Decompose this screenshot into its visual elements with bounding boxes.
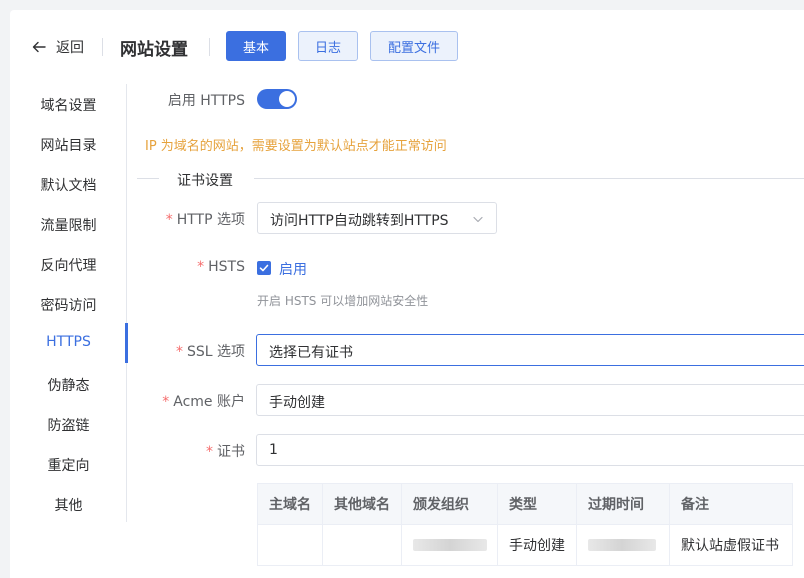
- settings-card: 返回 网站设置 基本 日志 配置文件 域名设置 网站目录 默认文档 流量限制 反…: [10, 10, 804, 578]
- acme-account-label-text: Acme 账户: [173, 394, 245, 410]
- col-expiry: 过期时间: [576, 483, 670, 525]
- table-row[interactable]: 手动创建 默认站虚假证书: [257, 524, 793, 566]
- certificate-table: 主域名 其他域名 颁发组织 类型 过期时间 备注 手动创建 默认站虚假证书: [257, 483, 793, 566]
- tab-basic[interactable]: 基本: [226, 31, 286, 61]
- ssl-option-label: * SSL 选项: [20, 341, 245, 361]
- header-divider: [209, 38, 210, 56]
- table-header-row: 主域名 其他域名 颁发组织 类型 过期时间 备注: [257, 483, 793, 525]
- required-mark: *: [197, 259, 205, 275]
- http-option-select[interactable]: 访问HTTP自动跳转到HTTPS: [257, 202, 497, 234]
- http-option-value: 访问HTTP自动跳转到HTTPS: [270, 213, 449, 229]
- menu-item-default-doc[interactable]: 默认文档: [10, 175, 127, 195]
- cell-type: 手动创建: [497, 524, 577, 566]
- http-option-label: * HTTP 选项: [20, 209, 245, 229]
- tab-logs[interactable]: 日志: [298, 31, 358, 61]
- ip-warning-text: IP 为域名的网站，需要设置为默认站点才能正常访问: [145, 139, 447, 154]
- tab-config-file[interactable]: 配置文件: [370, 31, 458, 61]
- enable-https-switch[interactable]: [257, 89, 297, 109]
- col-type: 类型: [497, 483, 577, 525]
- certificate-label: * 证书: [20, 441, 245, 461]
- col-other-domains: 其他域名: [322, 483, 402, 525]
- enable-https-label: 启用 HTTPS: [167, 93, 245, 109]
- page-title: 网站设置: [120, 40, 188, 60]
- ssl-option-label-text: SSL 选项: [186, 344, 245, 360]
- section-divider: [254, 178, 804, 179]
- col-issuer: 颁发组织: [401, 483, 498, 525]
- ssl-option-select[interactable]: 选择已有证书: [256, 334, 804, 366]
- required-mark: *: [206, 444, 213, 460]
- chevron-down-icon: [473, 216, 483, 223]
- menu-item-site-dir[interactable]: 网站目录: [10, 135, 127, 155]
- cell-remark: 默认站虚假证书: [669, 524, 793, 566]
- header-divider: [102, 38, 103, 56]
- redacted-expiry: [588, 539, 656, 551]
- cell-issuer: [401, 524, 498, 566]
- check-icon: [259, 264, 269, 272]
- cell-other-domains: [322, 524, 402, 566]
- menu-item-hotlink[interactable]: 防盗链: [10, 415, 127, 435]
- certificate-select[interactable]: 1: [256, 434, 804, 466]
- arrow-left-icon: [32, 41, 46, 53]
- cell-expiry: [576, 524, 670, 566]
- required-mark: *: [175, 344, 183, 360]
- back-label: 返回: [56, 40, 84, 56]
- required-mark: *: [165, 212, 173, 228]
- hsts-hint: 开启 HSTS 可以增加网站安全性: [257, 294, 429, 308]
- cell-primary-domain: [257, 524, 323, 566]
- acme-account-label: * Acme 账户: [20, 391, 245, 411]
- menu-item-password-access[interactable]: 密码访问: [10, 295, 127, 315]
- hsts-label-text: HSTS: [208, 259, 245, 275]
- menu-item-other[interactable]: 其他: [10, 495, 127, 515]
- back-button[interactable]: 返回: [32, 37, 84, 57]
- required-mark: *: [162, 394, 170, 410]
- redacted-issuer: [413, 539, 487, 551]
- http-option-label-text: HTTP 选项: [176, 212, 245, 228]
- switch-knob: [279, 91, 295, 107]
- hsts-checkbox[interactable]: [257, 261, 271, 275]
- section-divider: [137, 178, 159, 179]
- hsts-checkbox-label[interactable]: 启用: [279, 259, 307, 279]
- hsts-label: * HSTS: [20, 259, 245, 275]
- col-remark: 备注: [669, 483, 793, 525]
- cert-section-title: 证书设置: [177, 173, 233, 189]
- acme-account-select[interactable]: 手动创建: [256, 384, 804, 416]
- col-primary-domain: 主域名: [257, 483, 323, 525]
- certificate-label-text: 证书: [217, 444, 245, 460]
- ssl-option-value: 选择已有证书: [269, 345, 353, 361]
- acme-account-value: 手动创建: [269, 395, 325, 411]
- certificate-value: 1: [269, 442, 278, 458]
